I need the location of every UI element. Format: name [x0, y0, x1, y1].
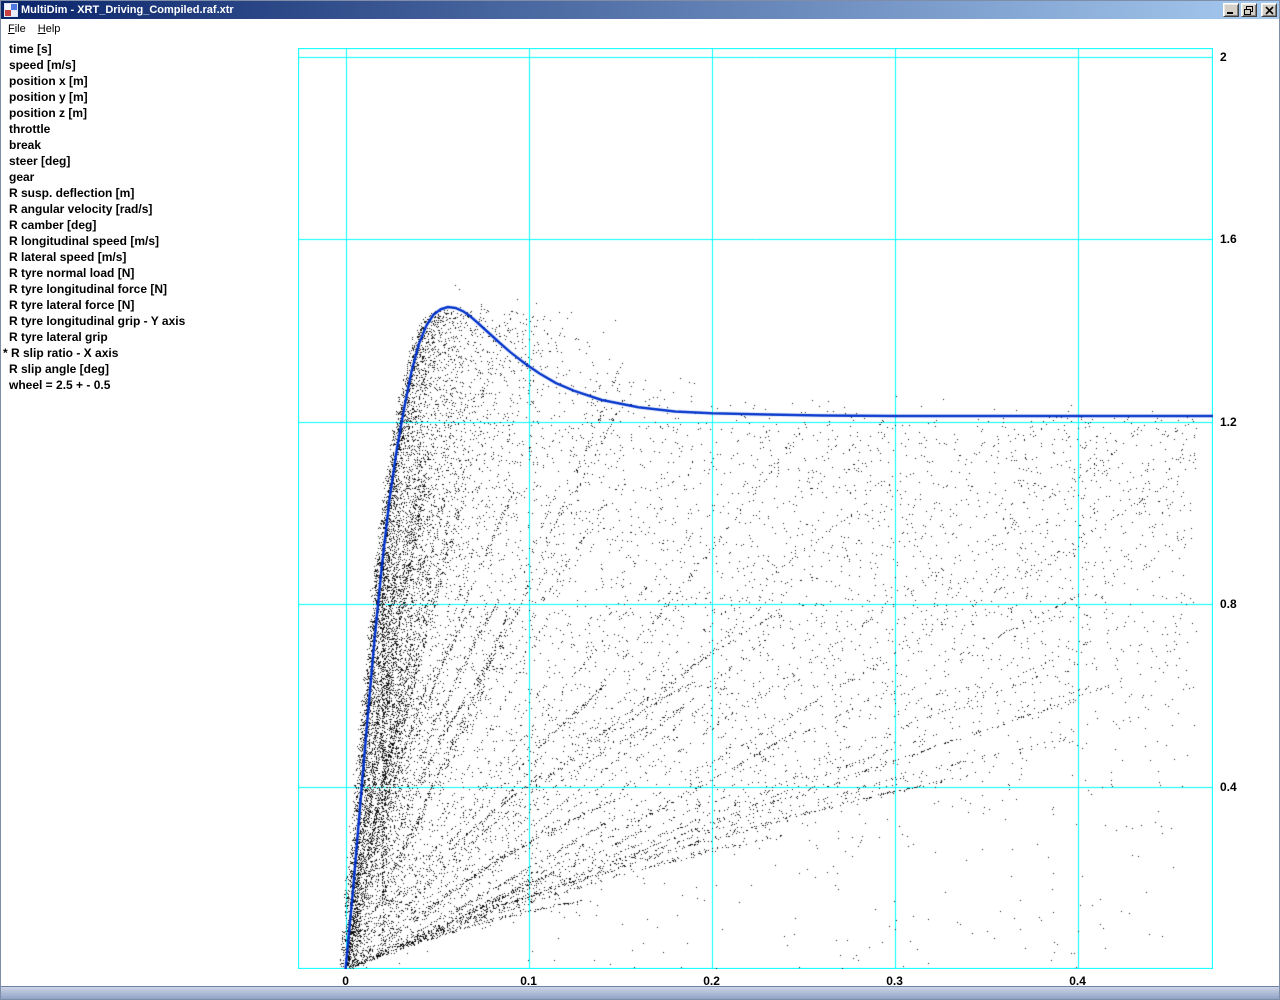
channel-item[interactable]: R susp. deflection [m] — [1, 185, 297, 201]
minimize-button[interactable] — [1223, 3, 1239, 17]
channel-item[interactable]: break — [1, 137, 297, 153]
window-title: MultiDim - XRT_Driving_Compiled.raf.xtr — [21, 4, 234, 16]
menu-file[interactable]: File — [2, 20, 32, 38]
channel-item[interactable]: R lateral speed [m/s] — [1, 249, 297, 265]
plot-canvas[interactable] — [298, 48, 1213, 969]
channel-item[interactable]: position y [m] — [1, 89, 297, 105]
channel-item[interactable]: R angular velocity [rad/s] — [1, 201, 297, 217]
status-bar — [1, 986, 1279, 999]
menu-help[interactable]: Help — [32, 20, 67, 38]
channel-item[interactable]: R slip angle [deg] — [1, 361, 297, 377]
y-axis-tick-label: 1.6 — [1220, 232, 1237, 247]
window-controls — [1223, 3, 1277, 17]
close-button[interactable] — [1261, 3, 1277, 17]
channel-item[interactable]: R tyre lateral force [N] — [1, 297, 297, 313]
channel-item[interactable]: R camber [deg] — [1, 217, 297, 233]
channel-item[interactable]: position x [m] — [1, 73, 297, 89]
app-window: MultiDim - XRT_Driving_Compiled.raf.xtr … — [0, 0, 1280, 1000]
y-axis-tick-label: 2 — [1220, 50, 1227, 65]
channel-item[interactable]: R tyre longitudinal grip - Y axis — [1, 313, 297, 329]
channel-item[interactable]: R tyre longitudinal force [N] — [1, 281, 297, 297]
y-axis-tick-label: 1.2 — [1220, 414, 1237, 429]
channel-item[interactable]: R tyre lateral grip — [1, 329, 297, 345]
channel-item[interactable]: wheel = 2.5 + - 0.5 — [1, 377, 297, 393]
restore-icon — [1244, 5, 1253, 15]
channel-item[interactable]: position z [m] — [1, 105, 297, 121]
channel-item[interactable]: time [s] — [1, 41, 297, 57]
channel-item[interactable]: R tyre normal load [N] — [1, 265, 297, 281]
channel-item[interactable]: R longitudinal speed [m/s] — [1, 233, 297, 249]
app-icon — [4, 3, 18, 17]
channel-item[interactable]: throttle — [1, 121, 297, 137]
channel-list: time [s] speed [m/s] position x [m] positio… — [1, 39, 297, 986]
minimize-icon — [1227, 11, 1233, 14]
menu-bar: File Help — [1, 19, 1279, 39]
close-icon — [1264, 5, 1274, 15]
channel-item[interactable]: speed [m/s] — [1, 57, 297, 73]
channel-item[interactable]: * R slip ratio - X axis — [1, 345, 297, 361]
y-axis-tick-label: 0.8 — [1220, 597, 1237, 612]
title-bar[interactable]: MultiDim - XRT_Driving_Compiled.raf.xtr — [1, 1, 1279, 19]
y-axis-tick-label: 0.4 — [1220, 779, 1237, 794]
channel-item[interactable]: steer [deg] — [1, 153, 297, 169]
channel-item[interactable]: gear — [1, 169, 297, 185]
restore-button[interactable] — [1241, 3, 1257, 17]
